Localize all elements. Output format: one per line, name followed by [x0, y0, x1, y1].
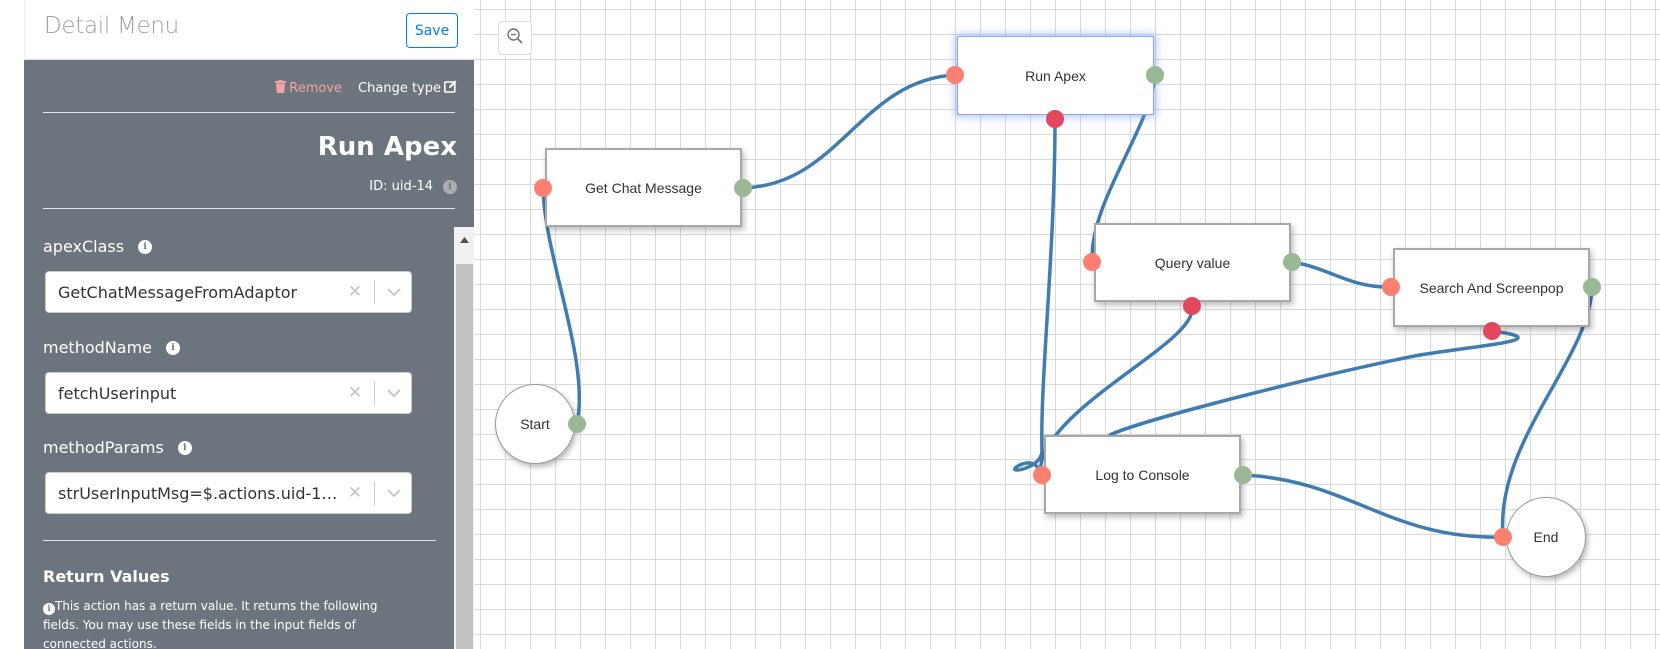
info-icon[interactable]: i [443, 179, 457, 194]
apexclass-select[interactable]: GetChatMessageFromAdaptor ✕ [45, 271, 412, 313]
action-row: Remove Change type [275, 80, 457, 97]
caret-up-icon [459, 228, 469, 247]
node-id-row: ID: uid-14 i [369, 179, 457, 194]
error-port[interactable] [1183, 297, 1201, 315]
separator [374, 481, 375, 505]
return-desc-text: This action has a return value. It retur… [43, 599, 378, 649]
field-label-text: methodParams [43, 438, 164, 457]
return-values-title: Return Values [43, 567, 170, 586]
node-get-chat-message[interactable]: Get Chat Message [545, 148, 742, 227]
output-port[interactable] [1583, 278, 1601, 296]
clear-icon[interactable]: ✕ [342, 383, 368, 403]
node-log-to-console[interactable]: Log to Console [1044, 435, 1241, 514]
input-port[interactable] [1382, 278, 1400, 296]
remove-label: Remove [289, 81, 343, 96]
node-end[interactable]: End [1506, 497, 1586, 577]
panel-title: Detail Menu [44, 13, 179, 39]
node-search-and-screenpop[interactable]: Search And Screenpop [1393, 248, 1590, 327]
node-label: Get Chat Message [585, 179, 702, 196]
clear-icon[interactable]: ✕ [342, 282, 368, 302]
node-label: Query value [1154, 254, 1231, 271]
zoom-out-button[interactable] [498, 21, 532, 55]
info-icon[interactable]: i [166, 340, 180, 355]
edit-icon [444, 80, 457, 97]
scroll-thumb[interactable] [456, 264, 473, 649]
info-icon: i [43, 602, 55, 615]
detail-panel: Detail Menu Save Remove Change type Run … [24, 0, 474, 649]
divider [43, 208, 455, 209]
chevron-down-icon[interactable] [381, 389, 407, 397]
output-port[interactable] [1234, 466, 1252, 484]
output-port[interactable] [1146, 66, 1164, 84]
trash-icon [275, 80, 287, 97]
return-values-description: i This action has a return value. It retu… [43, 597, 413, 649]
chevron-down-icon[interactable] [381, 489, 407, 497]
change-type-button[interactable]: Change type [358, 80, 457, 97]
node-query-value[interactable]: Query value [1094, 223, 1291, 302]
output-port[interactable] [734, 179, 752, 197]
node-title: Run Apex [317, 132, 457, 162]
output-port[interactable] [568, 415, 586, 433]
input-port[interactable] [534, 179, 552, 197]
node-start[interactable]: Start [495, 384, 575, 464]
info-icon[interactable]: i [138, 239, 153, 254]
methodparams-select[interactable]: strUserInputMsg=$.actions.uid-11.r... ✕ [45, 472, 412, 514]
error-port[interactable] [1483, 322, 1501, 340]
methodname-select[interactable]: fetchUserinput ✕ [45, 372, 412, 414]
change-type-label: Change type [358, 81, 441, 96]
output-port[interactable] [1283, 253, 1301, 271]
field-label-apexclass: apexClass i [43, 237, 153, 256]
save-button[interactable]: Save [406, 13, 458, 48]
divider [43, 540, 436, 541]
node-run-apex[interactable]: Run Apex [957, 36, 1154, 115]
select-value: strUserInputMsg=$.actions.uid-11.r... [58, 483, 342, 503]
select-value: GetChatMessageFromAdaptor [58, 282, 298, 302]
chevron-down-icon[interactable] [381, 288, 407, 296]
select-value: fetchUserinput [58, 383, 177, 403]
error-port[interactable] [1046, 110, 1064, 128]
node-label: End [1533, 529, 1559, 545]
separator [374, 280, 375, 304]
field-label-text: apexClass [43, 237, 125, 256]
input-port[interactable] [1494, 528, 1512, 546]
separator [374, 381, 375, 405]
input-port[interactable] [946, 66, 964, 84]
node-label: Search And Screenpop [1419, 279, 1564, 296]
clear-icon[interactable]: ✕ [342, 483, 368, 503]
panel-scrollbar[interactable] [454, 227, 474, 649]
panel-header: Detail Menu Save [24, 0, 474, 60]
input-port[interactable] [1033, 466, 1051, 484]
zoom-out-icon [506, 27, 524, 49]
node-label: Log to Console [1095, 466, 1190, 483]
scroll-up-button[interactable] [454, 227, 474, 247]
info-icon[interactable]: i [177, 440, 192, 455]
node-id: ID: uid-14 [369, 179, 433, 194]
field-label-methodname: methodName i [43, 338, 180, 357]
node-label: Run Apex [1025, 67, 1086, 84]
field-label-text: methodName [43, 338, 152, 357]
field-label-methodparams: methodParams i [43, 438, 192, 457]
divider [43, 112, 455, 113]
input-port[interactable] [1083, 253, 1101, 271]
remove-button[interactable]: Remove [275, 80, 342, 97]
node-label: Start [520, 416, 550, 432]
